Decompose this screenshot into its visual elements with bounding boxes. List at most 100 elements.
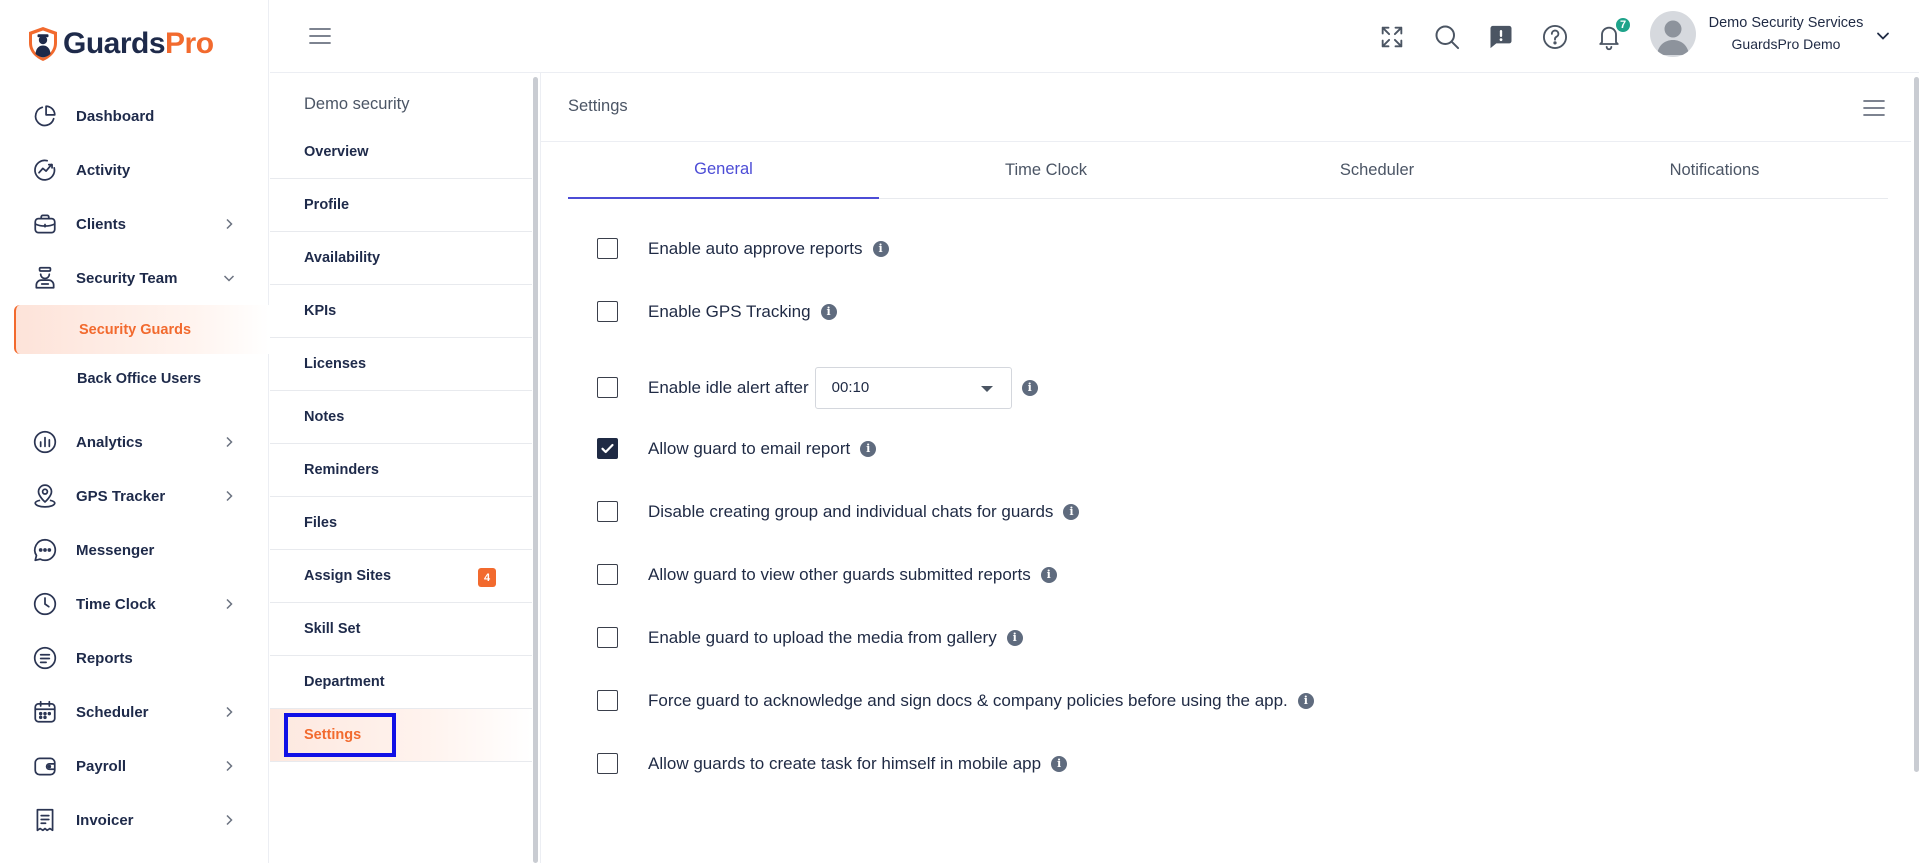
sidebar-item-dashboard[interactable]: Dashboard — [0, 89, 269, 143]
user-name: Demo Security Services — [1708, 15, 1864, 31]
sidebar-item-reports[interactable]: Reports — [0, 631, 269, 685]
sidebar-item-time-clock[interactable]: Time Clock — [0, 577, 269, 631]
setting-view-other-reports: Allow guard to view other guards submitt… — [597, 564, 1057, 585]
sidebar-item-label: Security Team — [76, 269, 178, 287]
info-icon[interactable]: i — [1063, 503, 1080, 520]
info-icon[interactable]: i — [860, 440, 877, 457]
search-icon[interactable] — [1433, 23, 1461, 51]
help-icon[interactable] — [1541, 23, 1569, 51]
submenu-item-overview[interactable]: Overview — [270, 126, 532, 179]
calendar-icon — [34, 700, 56, 723]
fullscreen-icon[interactable] — [1378, 23, 1406, 51]
sidebar-subitem-security-guards[interactable]: Security Guards — [14, 305, 269, 354]
submenu-item-files[interactable]: Files — [270, 497, 532, 550]
setting-create-own-task: Allow guards to create task for himself … — [597, 753, 1068, 774]
activity-icon — [34, 159, 56, 181]
sidebar-item-label: Scheduler — [76, 703, 149, 721]
info-icon[interactable]: i — [820, 303, 837, 320]
panel-menu-icon[interactable] — [1863, 99, 1885, 117]
submenu-item-availability[interactable]: Availability — [270, 232, 532, 285]
sidebar-item-invoicer[interactable]: Invoicer — [0, 793, 269, 847]
sidebar-item-label: Activity — [76, 161, 131, 179]
gps-tracking-checkbox[interactable] — [597, 301, 618, 322]
main-sidebar: GuardsPro Dashboard Activity Clients Sec… — [0, 0, 269, 863]
submenu-item-kpis[interactable]: KPIs — [270, 285, 532, 338]
idle-alert-checkbox[interactable] — [597, 377, 618, 398]
guard-shield-logo-icon — [29, 27, 57, 61]
sidebar-item-analytics[interactable]: Analytics — [0, 415, 269, 469]
setting-disable-chats: Disable creating group and individual ch… — [597, 501, 1080, 522]
sidebar-item-payroll[interactable]: Payroll — [0, 739, 269, 793]
sidebar-item-activity[interactable]: Activity — [0, 143, 269, 197]
acknowledge-policies-checkbox[interactable] — [597, 690, 618, 711]
info-icon[interactable]: i — [1040, 566, 1057, 583]
tab-notifications[interactable]: Notifications — [1541, 142, 1888, 199]
submenu-item-settings[interactable]: Settings — [270, 709, 532, 762]
info-icon[interactable]: i — [1297, 692, 1314, 709]
setting-upload-gallery-media: Enable guard to upload the media from ga… — [597, 627, 1023, 648]
assign-sites-count-badge: 4 — [478, 568, 496, 587]
hamburger-menu-icon[interactable] — [308, 26, 332, 46]
notification-count-badge: 7 — [1614, 16, 1632, 34]
info-icon[interactable]: i — [1021, 379, 1038, 396]
sidebar-subitem-back-office-users[interactable]: Back Office Users — [0, 354, 269, 403]
user-avatar-icon — [1657, 20, 1689, 55]
wallet-icon — [34, 757, 56, 776]
setting-email-report: Allow guard to email report i — [597, 438, 877, 459]
idle-alert-time-select[interactable]: 00:10 — [814, 366, 1012, 409]
avatar[interactable] — [1650, 11, 1696, 57]
chevron-right-icon — [226, 706, 233, 718]
sidebar-item-clients[interactable]: Clients — [0, 197, 269, 251]
auto-approve-reports-checkbox[interactable] — [597, 238, 618, 259]
create-own-task-checkbox[interactable] — [597, 753, 618, 774]
info-icon[interactable]: i — [1006, 629, 1023, 646]
info-icon[interactable]: i — [872, 240, 889, 257]
submenu-item-notes[interactable]: Notes — [270, 391, 532, 444]
tab-scheduler[interactable]: Scheduler — [1213, 142, 1541, 199]
sidebar-item-label: GPS Tracker — [76, 487, 166, 505]
sidebar-item-messenger[interactable]: Messenger — [0, 523, 269, 577]
sidebar-item-gps-tracker[interactable]: GPS Tracker — [0, 469, 269, 523]
main-scrollbar[interactable] — [1914, 77, 1919, 772]
submenu-item-assign-sites[interactable]: Assign Sites 4 — [270, 550, 532, 603]
submenu-item-department[interactable]: Department — [270, 656, 532, 709]
sidebar-item-label: Time Clock — [76, 595, 156, 613]
report-icon — [33, 646, 57, 670]
sidebar-item-security-team[interactable]: Security Team — [0, 251, 269, 305]
checkmark-icon — [601, 443, 614, 454]
tab-time-clock[interactable]: Time Clock — [879, 142, 1213, 199]
brand-logo[interactable]: GuardsPro — [27, 26, 214, 62]
disable-chats-checkbox[interactable] — [597, 501, 618, 522]
sidebar-item-label: Clients — [76, 215, 127, 233]
settings-tabs: General Time Clock Scheduler Notificatio… — [568, 142, 1888, 199]
email-report-checkbox[interactable] — [597, 438, 618, 459]
feedback-icon[interactable] — [1487, 23, 1515, 51]
submenu-item-reminders[interactable]: Reminders — [270, 444, 532, 497]
sidebar-item-label: Dashboard — [76, 107, 155, 125]
chevron-down-icon — [223, 275, 235, 282]
setting-auto-approve-reports: Enable auto approve reports i — [597, 238, 889, 259]
chevron-right-icon — [226, 814, 233, 826]
chevron-down-icon[interactable] — [1876, 29, 1890, 43]
upload-gallery-media-checkbox[interactable] — [597, 627, 618, 648]
submenu-scrollbar[interactable] — [533, 77, 538, 863]
setting-idle-alert: Enable idle alert after 00:10 i — [597, 366, 1197, 409]
top-bar: 7 Demo Security Services GuardsPro Demo — [270, 0, 1919, 73]
submenu-item-profile[interactable]: Profile — [270, 179, 532, 232]
view-other-reports-checkbox[interactable] — [597, 564, 618, 585]
sidebar-nav: Dashboard Activity Clients Security Team… — [0, 89, 269, 847]
settings-panel: Settings General Time Clock Scheduler No… — [540, 73, 1919, 863]
sidebar-item-label: Invoicer — [76, 811, 134, 829]
notifications-button[interactable]: 7 — [1595, 16, 1632, 51]
user-company: GuardsPro Demo — [1731, 36, 1841, 52]
sidebar-item-label: Messenger — [76, 541, 155, 559]
sidebar-item-scheduler[interactable]: Scheduler — [0, 685, 269, 739]
briefcase-icon — [34, 214, 56, 234]
submenu-item-skill-set[interactable]: Skill Set — [270, 603, 532, 656]
guard-submenu: Demo security Overview Profile Availabil… — [270, 73, 538, 863]
submenu-item-licenses[interactable]: Licenses — [270, 338, 532, 391]
chevron-right-icon — [226, 436, 233, 448]
user-info[interactable]: Demo Security Services GuardsPro Demo — [1706, 13, 1866, 55]
info-icon[interactable]: i — [1051, 755, 1068, 772]
tab-general[interactable]: General — [568, 142, 879, 199]
